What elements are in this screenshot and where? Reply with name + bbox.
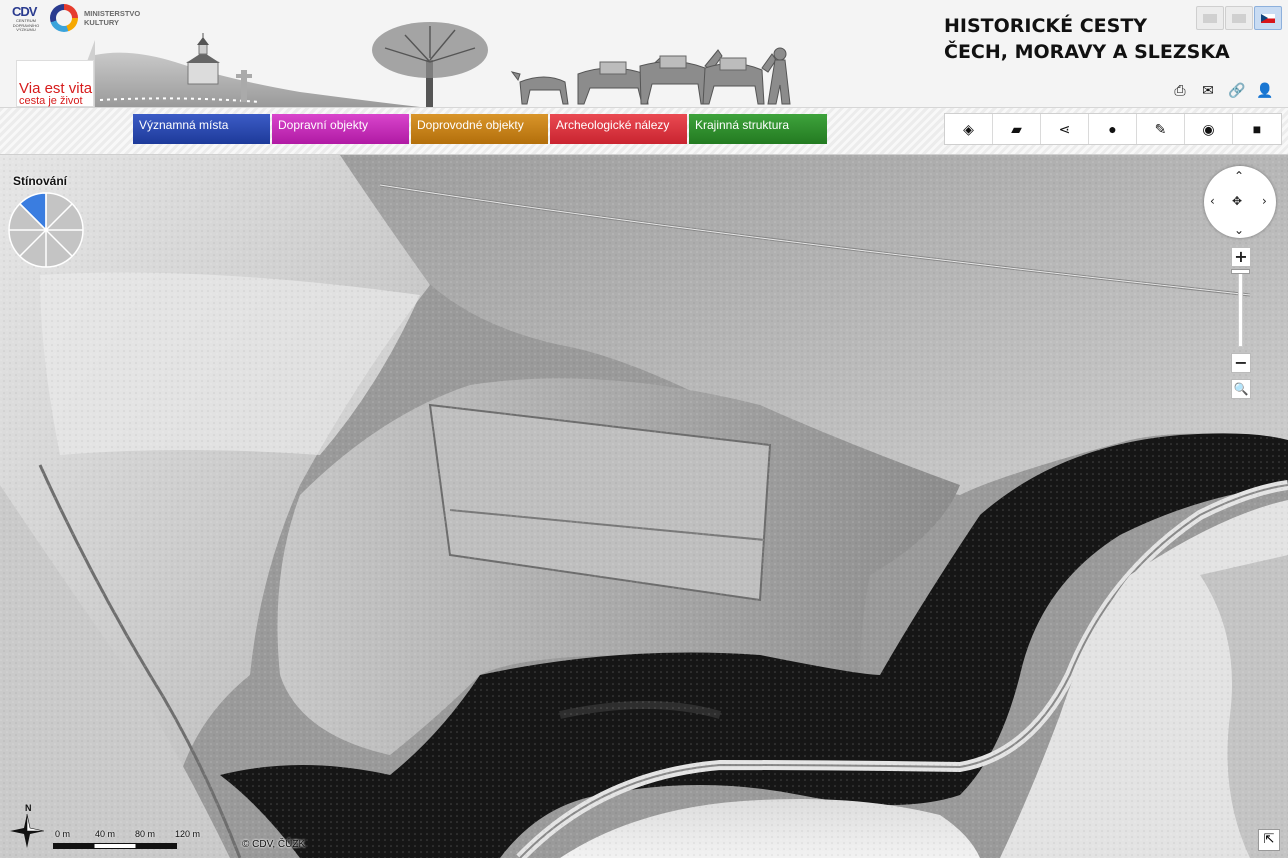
link-icon[interactable]: 🔗: [1228, 82, 1245, 98]
scale-bar-graphic: [53, 843, 177, 849]
flag-czech-icon: [1261, 14, 1275, 23]
north-label: N: [25, 803, 32, 813]
page-title: HISTORICKÉ CESTY ČECH, MORAVY A SLEZSKA: [944, 13, 1230, 65]
mail-icon[interactable]: ✉: [1200, 82, 1216, 98]
zoom-in-button[interactable]: +: [1231, 247, 1251, 267]
layers-icon[interactable]: ◈: [945, 114, 993, 144]
zoom-extent-icon[interactable]: 🔍: [1231, 379, 1251, 399]
brand-line1: Via est vita: [19, 80, 93, 97]
via-est-vita-logo[interactable]: Via est vita cesta je život: [16, 60, 94, 107]
measure-icon[interactable]: ✎: [1137, 114, 1185, 144]
fullscreen-expand-icon[interactable]: ⇱: [1258, 829, 1280, 851]
camera-icon[interactable]: ◉: [1185, 114, 1233, 144]
language-option-czech[interactable]: [1254, 6, 1282, 30]
category-krajinna-struktura[interactable]: Krajinná struktura: [689, 114, 827, 144]
scale-label-120: 120 m: [175, 829, 201, 839]
category-doprovodne-objekty[interactable]: Doprovodné objekty: [411, 114, 548, 144]
language-option-english[interactable]: [1225, 6, 1253, 30]
shading-label: Stínování: [13, 174, 68, 188]
video-icon[interactable]: ■: [1233, 114, 1281, 144]
user-icon[interactable]: 👤: [1256, 82, 1273, 98]
pan-control[interactable]: ⌃ ⌄ ‹ › ✥: [1204, 166, 1276, 238]
zoom-out-button[interactable]: −: [1231, 353, 1251, 373]
flag-icon: [1203, 14, 1217, 23]
flag-uk-icon: [1232, 14, 1246, 23]
compass-star-icon: [10, 814, 44, 848]
map-attribution: © CDV, ČÚZK: [242, 839, 306, 850]
category-navbar: Významná místa Dopravní objekty Doprovod…: [0, 107, 1288, 155]
header-tools: ⎙ ✉ 🔗 👤: [1172, 82, 1273, 98]
site-header: CDV CENTRUM DOPRAVNÍHO VÝZKUMU MINISTERS…: [0, 0, 1288, 107]
brand-line2: cesta je život: [19, 95, 83, 107]
language-option-other[interactable]: [1196, 6, 1224, 30]
pan-right-icon[interactable]: ›: [1262, 195, 1267, 207]
shading-direction-wheel[interactable]: [7, 191, 85, 269]
pan-down-icon[interactable]: ⌄: [1234, 224, 1244, 236]
scale-label-0: 0 m: [55, 829, 71, 839]
pan-left-icon[interactable]: ‹: [1210, 195, 1215, 207]
category-dopravni-objekty[interactable]: Dopravní objekty: [272, 114, 409, 144]
category-archeologicke-nalezy[interactable]: Archeologické nálezy: [550, 114, 687, 144]
header-landscape-illustration: [70, 22, 791, 107]
comment-icon[interactable]: ●: [1089, 114, 1137, 144]
north-arrow: N: [10, 803, 44, 849]
map-icon[interactable]: ▰: [993, 114, 1041, 144]
page-title-line1: HISTORICKÉ CESTY: [944, 15, 1148, 37]
map-viewport[interactable]: Stínování ⌃ ⌄ ‹ › ✥ + − 🔍 N 0 m 40 m 80 …: [0, 155, 1288, 858]
map-toolbar: ◈ ▰ ⋖ ● ✎ ◉ ■: [944, 113, 1282, 145]
hillshade-relief-map[interactable]: [0, 155, 1288, 858]
scale-label-40: 40 m: [95, 829, 116, 839]
scale-label-80: 80 m: [135, 829, 156, 839]
zoom-slider-track[interactable]: [1238, 273, 1243, 347]
zoom-slider-handle[interactable]: [1231, 269, 1250, 274]
pan-center-icon[interactable]: ✥: [1232, 195, 1242, 207]
print-icon[interactable]: ⎙: [1172, 82, 1188, 98]
page-title-line2: ČECH, MORAVY A SLEZSKA: [944, 41, 1230, 63]
share-icon[interactable]: ⋖: [1041, 114, 1089, 144]
pan-up-icon[interactable]: ⌃: [1234, 170, 1244, 182]
category-vyznamna-mista[interactable]: Významná místa: [133, 114, 270, 144]
